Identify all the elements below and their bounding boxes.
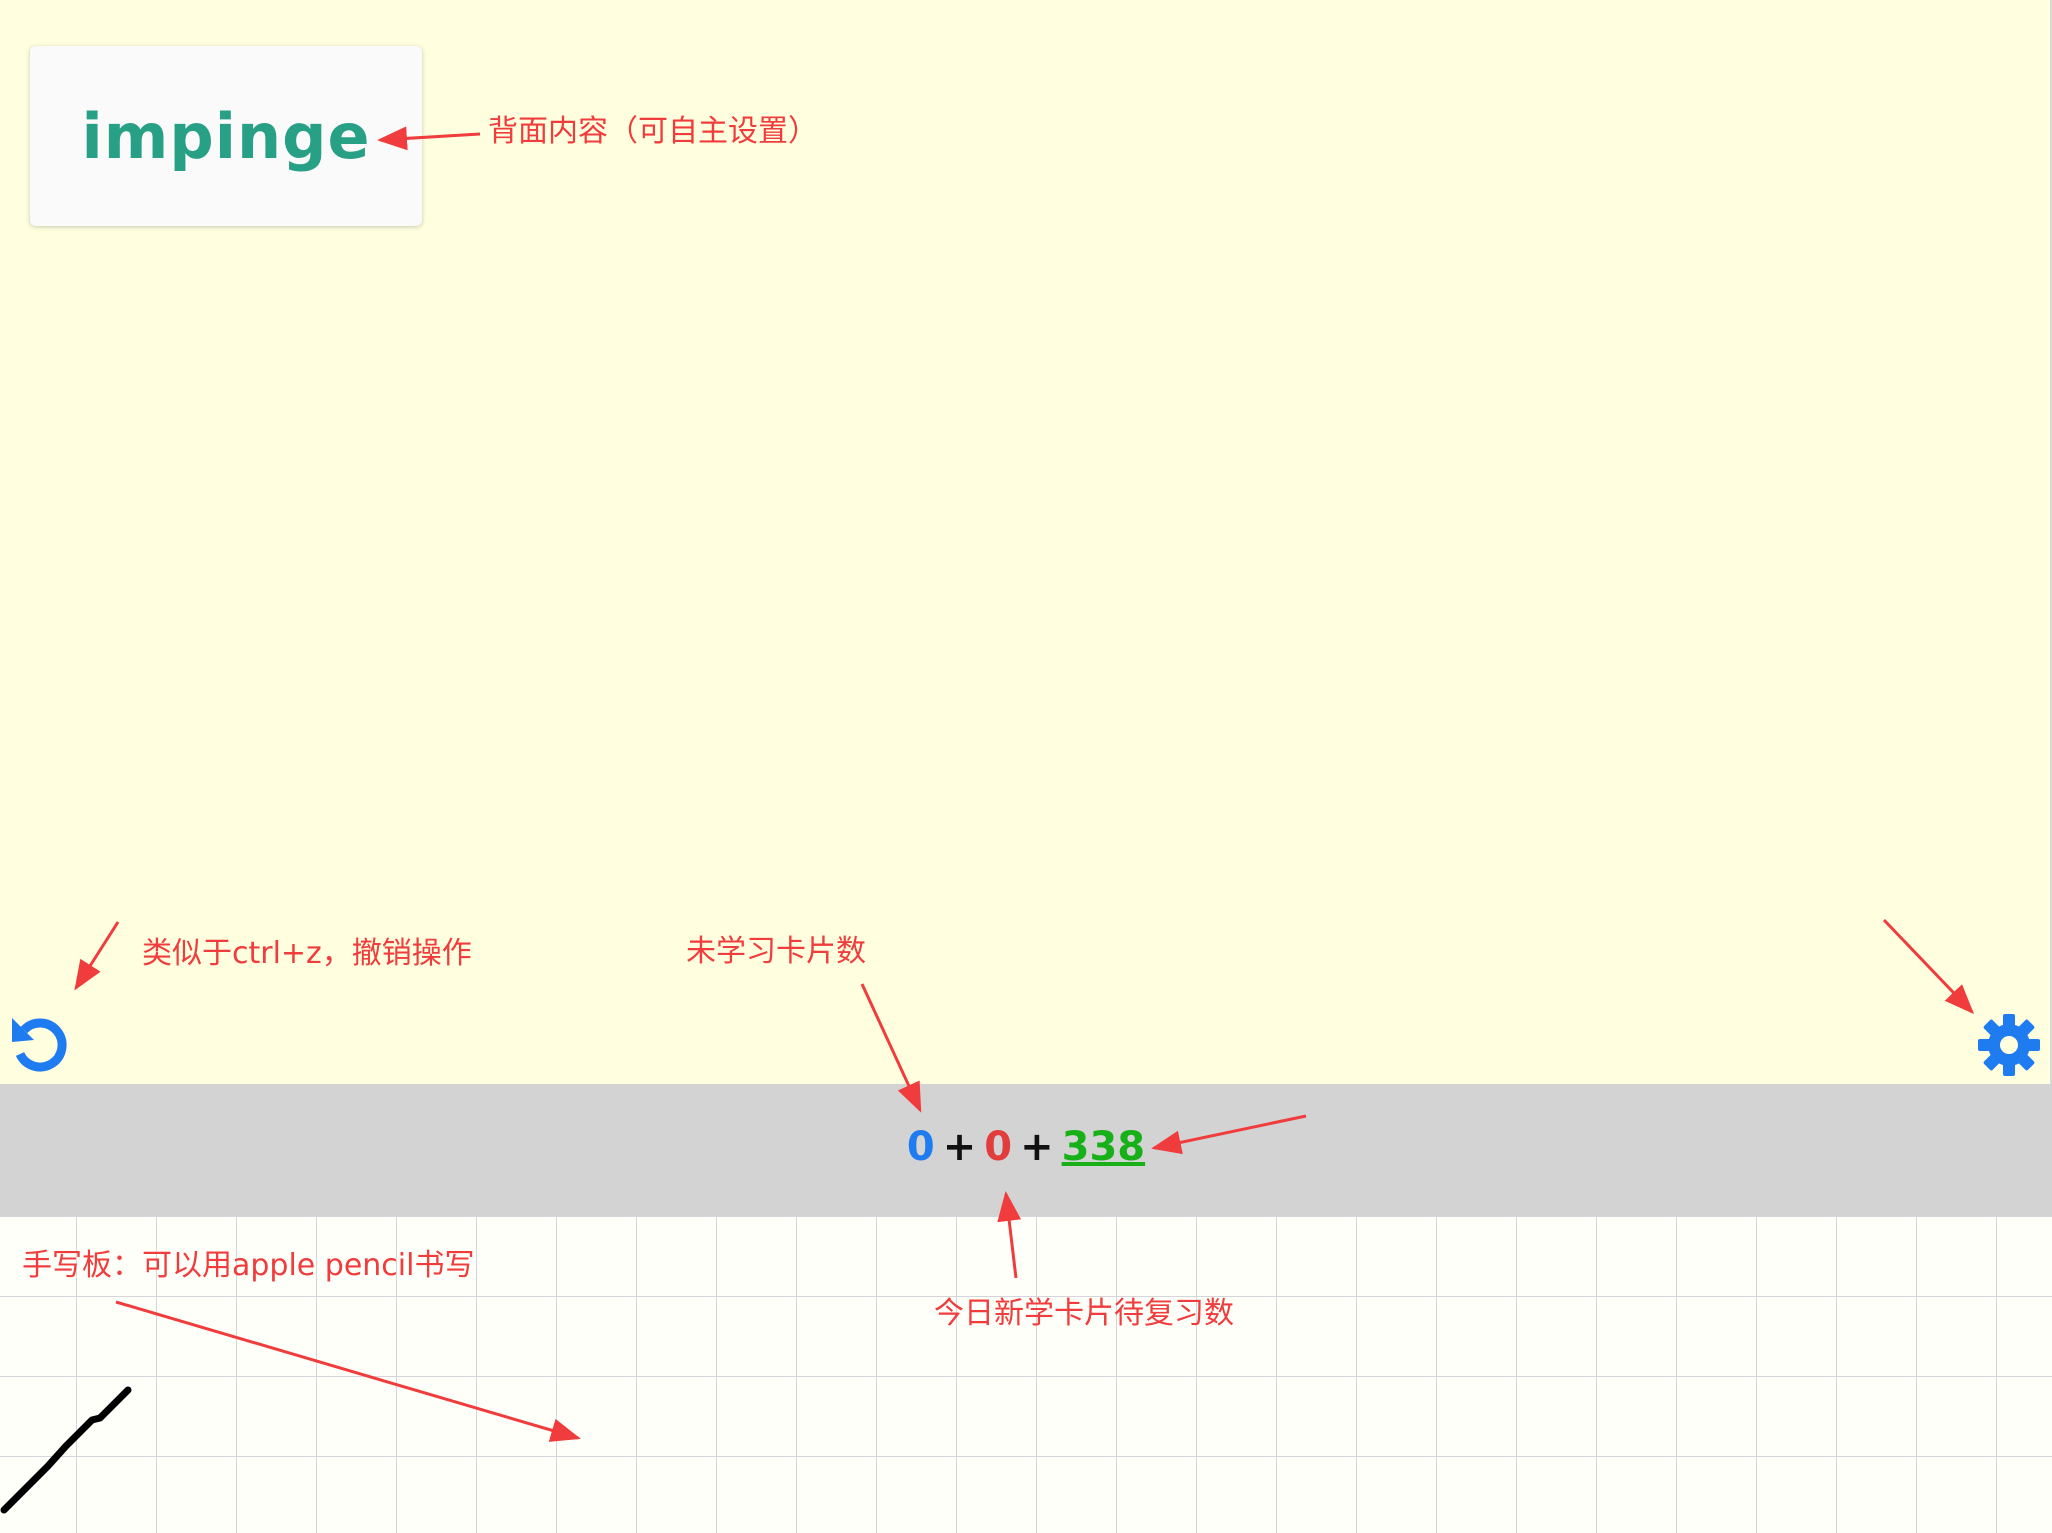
review-count[interactable]: 338 bbox=[1062, 1124, 1146, 1170]
new-count: 0 bbox=[906, 1124, 935, 1170]
undo-icon bbox=[12, 1018, 67, 1072]
card-counter: 0 +0 +338 bbox=[0, 1124, 2052, 1170]
plus-sign: + bbox=[1020, 1124, 1054, 1170]
undo-button[interactable] bbox=[8, 1012, 72, 1076]
annotation-handwriting: 手写板：可以用apple pencil书写 bbox=[22, 1248, 475, 1283]
annotation-undo: 类似于ctrl+z，撤销操作 bbox=[142, 936, 472, 971]
answer-card: impinge bbox=[30, 46, 422, 226]
plus-sign: + bbox=[942, 1124, 977, 1170]
annotation-new-cards: 未学习卡片数 bbox=[686, 934, 866, 969]
card-area: impinge bbox=[0, 0, 2052, 1084]
annotation-back-content: 背面内容（可自主设置） bbox=[488, 114, 818, 149]
answer-word: impinge bbox=[81, 99, 371, 173]
settings-button[interactable] bbox=[1976, 1012, 2042, 1078]
learning-count: 0 bbox=[984, 1124, 1013, 1170]
gear-icon bbox=[1978, 1014, 2040, 1076]
app-root: impinge 0 + 0 + 338 背面内容（可自主设置） 类似于ctrl+… bbox=[0, 0, 2052, 1533]
annotation-review-today: 今日新学卡片待复习数 bbox=[934, 1296, 1234, 1331]
